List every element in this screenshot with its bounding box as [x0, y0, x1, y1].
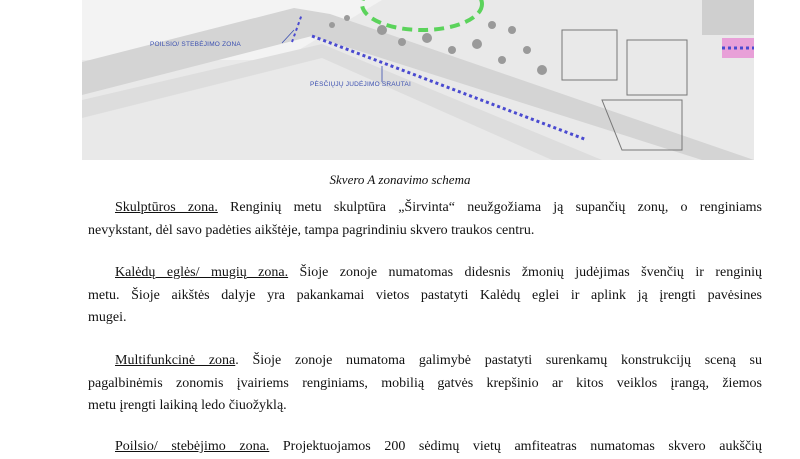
zone-title: Skulptūros zona.	[115, 200, 218, 215]
paragraph-line: metu įrengti laikiną ledo čiuožyklą.	[88, 398, 287, 413]
zone-title: Multifunkcinė zona	[115, 353, 236, 368]
paragraph-line: Kalėdų eglės/ mugių zona. Šioje zonoje n…	[88, 262, 762, 285]
paragraph-line: mugei.	[88, 310, 127, 325]
zoning-scheme-figure: POILSIO/ STEBĖJIMO ZONA PĖSČIŲJŲ JUDĖJIM…	[82, 0, 754, 160]
right-block	[702, 0, 754, 35]
paragraph-text: Renginių metu skulptūra „Širvinta“ neužg…	[217, 200, 762, 215]
zone-title: Poilsio/ stebėjimo zona.	[115, 439, 270, 454]
zoning-map: POILSIO/ STEBĖJIMO ZONA PĖSČIŲJŲ JUDĖJIM…	[82, 0, 754, 160]
zone-title: Kalėdų eglės/ mugių zona.	[115, 265, 289, 280]
paragraph-line: metu. Šioje aikštės dalyje yra pakankama…	[88, 287, 762, 303]
paragraph-sculpture-zone: Skulptūros zona. Renginių metu skulptūra…	[88, 197, 762, 242]
pedestrian-flow-label: PĖSČIŲJŲ JUDĖJIMO SRAUTAI	[310, 79, 411, 88]
pink-strip	[722, 38, 754, 58]
paragraph-line: nevykstant, dėl savo padėties aikštėje, …	[88, 222, 535, 238]
paragraph-multifunctional-zone: Multifunkcinė zona. Šioje zonoje numatom…	[88, 350, 762, 418]
rest-zone-label: POILSIO/ STEBĖJIMO ZONA	[150, 39, 241, 48]
figure-caption: Skvero A zonavimo schema	[329, 172, 471, 187]
paragraph-text: Projektuojamos 200 sėdimų vietų amfiteat…	[269, 439, 762, 454]
paragraph-text: Šioje zonoje numatomas didesnis žmonių j…	[288, 265, 762, 280]
paragraph-christmas-tree-zone: Kalėdų eglės/ mugių zona. Šioje zonoje n…	[88, 262, 762, 330]
paragraph-line: pagalbinėmis zonomis įvairiems renginiam…	[88, 375, 762, 391]
paragraph-line: Skulptūros zona. Renginių metu skulptūra…	[88, 197, 762, 220]
paragraph-line: Multifunkcinė zona. Šioje zonoje numatom…	[88, 350, 762, 373]
paragraph-rest-zone: Poilsio/ stebėjimo zona. Projektuojamos …	[88, 436, 762, 459]
paragraph-line: Poilsio/ stebėjimo zona. Projektuojamos …	[88, 436, 762, 459]
paragraph-text: . Šioje zonoje numatoma galimybė pastaty…	[235, 353, 763, 368]
